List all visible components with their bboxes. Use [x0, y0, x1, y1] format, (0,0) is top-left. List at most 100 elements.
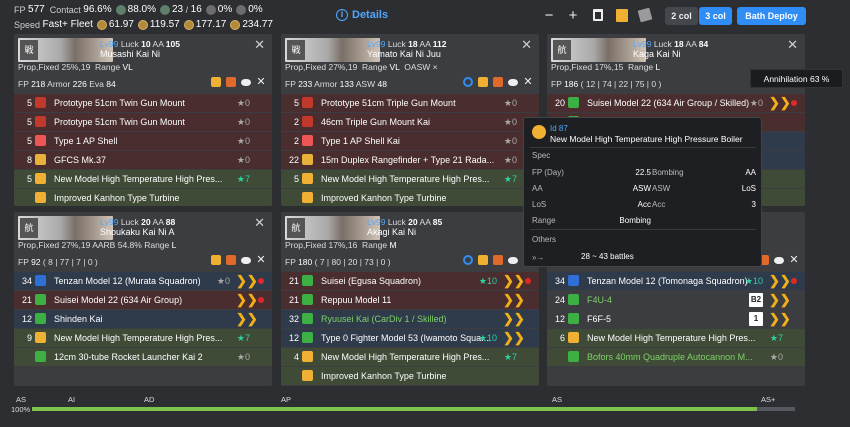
equipment-row[interactable]: 34 Tenzan Model 12 (Murata Squadron) ★0 ❯❯	[14, 272, 272, 290]
equipment-row[interactable]: Bofors 40mm Quadruple Autocannon M... ★0	[547, 348, 805, 366]
ship-name[interactable]: Akagi Kai Ni	[367, 227, 416, 237]
eye-icon[interactable]	[508, 256, 518, 264]
repair-icon[interactable]	[493, 255, 503, 265]
equipment-row[interactable]: Improved Kanhon Type Turbine	[281, 189, 539, 206]
improvement-level: ★0	[236, 117, 250, 127]
ship-name[interactable]: Yamato Kai Ni Juu	[367, 49, 441, 59]
ship-type-icon: 航	[20, 218, 38, 238]
ship-stat-line: FP 180 ( 7 | 80 | 20 | 73 | 0 )	[285, 257, 391, 267]
equipment-row[interactable]: 5 New Model High Temperature High Pres...…	[281, 170, 539, 188]
ammo-icon	[236, 4, 247, 15]
close-icon[interactable]: ✕	[787, 37, 798, 53]
repair-icon[interactable]	[226, 77, 236, 87]
equipment-row[interactable]: 32 Ryuusei Kai (CarDiv 1 / Skilled) ❯❯	[281, 310, 539, 328]
close-small-icon[interactable]: ✕	[523, 77, 533, 88]
equipment-name: Suisei (Egusa Squadron)	[321, 276, 422, 286]
equipment-row[interactable]: 22 15m Duplex Rangefinder + Type 21 Rada.…	[281, 151, 539, 169]
ship-card-shoukaku: 航 Lv99 Luck 20 AA 88 Shoukaku Kai Ni A ✕…	[14, 212, 272, 386]
close-small-icon[interactable]: ✕	[789, 255, 799, 266]
minus-button[interactable]: −	[541, 5, 557, 25]
equipment-row[interactable]: 8 GFCS Mk.37 ★0	[14, 151, 272, 169]
ship-prop-line: Prop,Fixed 17%,16 Range M	[285, 240, 397, 250]
equipment-row[interactable]: 5 Prototype 51cm Twin Gun Mount ★0	[14, 94, 272, 112]
equipment-list: 5 Prototype 51cm Twin Gun Mount ★0 5 Prototy…	[14, 94, 272, 206]
ship-portrait[interactable]: 航	[285, 216, 380, 240]
tooltip-name: New Model High Temperature High Pressure…	[550, 134, 743, 144]
sync-icon[interactable]	[463, 255, 473, 265]
equipment-row[interactable]: 24 F4U-4 B2 ❯❯	[547, 291, 805, 309]
close-small-icon[interactable]: ✕	[256, 77, 266, 88]
close-icon[interactable]: ✕	[521, 37, 532, 53]
equipment-row[interactable]: Improved Kanhon Type Turbine	[281, 367, 539, 385]
eye-icon[interactable]	[241, 78, 251, 86]
eye-icon[interactable]	[774, 256, 784, 264]
edit-icon[interactable]	[614, 5, 630, 25]
slot-count: 5	[26, 98, 32, 108]
close-small-icon[interactable]: ✕	[256, 255, 266, 266]
equipment-row[interactable]: 12cm 30-tube Rocket Launcher Kai 2 ★0	[14, 348, 272, 366]
equipment-row[interactable]: 5 Prototype 51cm Twin Gun Mount ★0	[14, 113, 272, 131]
equipment-row[interactable]: 20 Suisei Model 22 (634 Air Group / Skill…	[547, 94, 805, 112]
ship-portrait[interactable]: 戦	[18, 38, 113, 62]
supply-icon[interactable]	[478, 77, 488, 87]
equipment-row[interactable]: Improved Kanhon Type Turbine	[14, 189, 272, 206]
repair-icon[interactable]	[493, 77, 503, 87]
equipment-row[interactable]: 12 Shinden Kai ❯❯	[14, 310, 272, 328]
trash-icon[interactable]	[590, 5, 606, 25]
plus-button[interactable]: +	[565, 5, 581, 25]
supply-icon[interactable]	[478, 255, 488, 265]
equipment-row[interactable]: 2 Type 1 AP Shell Kai ★0	[281, 132, 539, 150]
equipment-row[interactable]: 5 Type 1 AP Shell ★0	[14, 132, 272, 150]
equipment-row[interactable]: 2 46cm Triple Gun Mount Kai ★0	[281, 113, 539, 131]
equipment-list: 34 Tenzan Model 12 (Murata Squadron) ★0 ❯❯ 2…	[14, 272, 272, 366]
equipment-row[interactable]: 12 F6F-5 1 ❯❯	[547, 310, 805, 328]
equipment-row[interactable]: 5 Prototype 51cm Triple Gun Mount ★0	[281, 94, 539, 112]
tooltip-spec-label: Spec	[532, 151, 551, 160]
proficiency-chevron-icon: ❯❯	[769, 292, 791, 307]
equipment-row[interactable]: 12 Type 0 Fighter Model 53 (Iwamoto Squa.…	[281, 329, 539, 347]
slot-count: 5	[26, 117, 32, 127]
close-icon[interactable]: ✕	[254, 215, 265, 231]
three-col-button[interactable]: 3 col	[699, 7, 732, 25]
ship-portrait[interactable]: 航	[18, 216, 113, 240]
equipment-row[interactable]: 21 Reppuu Model 11 ❯❯	[281, 291, 539, 309]
equipment-row[interactable]: 21 Suisei Model 22 (634 Air Group) ❯❯	[14, 291, 272, 309]
equipment-row[interactable]: 4 New Model High Temperature High Pres...…	[281, 348, 539, 366]
improvement-level: ★7	[503, 352, 517, 362]
ap4-value: 234.77	[242, 19, 273, 30]
air-power-icon	[137, 19, 148, 30]
ship-name[interactable]: Kaga Kai Ni	[633, 49, 681, 59]
fleet-composition-app: { "header": { "fp_label":"FP","fp":"577"…	[0, 0, 850, 427]
repair-icon[interactable]	[226, 255, 236, 265]
details-link[interactable]: i Details	[336, 9, 388, 21]
two-col-button[interactable]: 2 col	[665, 7, 698, 25]
ship-name[interactable]: Shoukaku Kai Ni A	[100, 227, 175, 237]
sync-icon[interactable]	[463, 77, 473, 87]
close-icon[interactable]: ✕	[254, 37, 265, 53]
slot-count: 5	[26, 174, 32, 184]
tooltip-bombing-value: AA	[745, 168, 756, 177]
improvement-level: ★0	[236, 98, 250, 108]
ship-portrait[interactable]: 戦	[285, 38, 380, 62]
equipment-row[interactable]: 5 New Model High Temperature High Pres...…	[14, 170, 272, 188]
equipment-row[interactable]: 9 New Model High Temperature High Pres...…	[14, 329, 272, 347]
cards-icon[interactable]	[637, 5, 653, 25]
equipment-row[interactable]: 6 New Model High Temperature High Pres...…	[547, 329, 805, 347]
equipment-row[interactable]: 21 Suisei (Egusa Squadron) ★10 ❯❯	[281, 272, 539, 290]
tooltip-bombing-label: Bombing	[652, 168, 684, 177]
proficiency-chevron-icon: ❯❯	[503, 273, 525, 288]
equipment-list: 21 Suisei (Egusa Squadron) ★10 ❯❯ 21 Reppuu M…	[281, 272, 539, 385]
eye-icon[interactable]	[508, 78, 518, 86]
ap3-value: 177.17	[195, 19, 227, 30]
equipment-name: Tenzan Model 12 (Murata Squadron)	[54, 276, 201, 286]
ship-prop-line: Prop,Fixed 17%,15 Range L	[551, 62, 661, 72]
equipment-name: New Model High Temperature High Pres...	[321, 352, 490, 362]
plane-icon	[115, 4, 126, 15]
eye-icon[interactable]	[241, 256, 251, 264]
equipment-row[interactable]: 34 Tenzan Model 12 (Tomonaga Squadron) ★10…	[547, 272, 805, 290]
supply-icon[interactable]	[211, 77, 221, 87]
bath-deploy-button[interactable]: Bath Deploy	[737, 7, 806, 25]
ship-name[interactable]: Musashi Kai Ni	[100, 49, 160, 59]
supply-icon[interactable]	[211, 255, 221, 265]
ship-portrait[interactable]: 航	[551, 38, 646, 62]
